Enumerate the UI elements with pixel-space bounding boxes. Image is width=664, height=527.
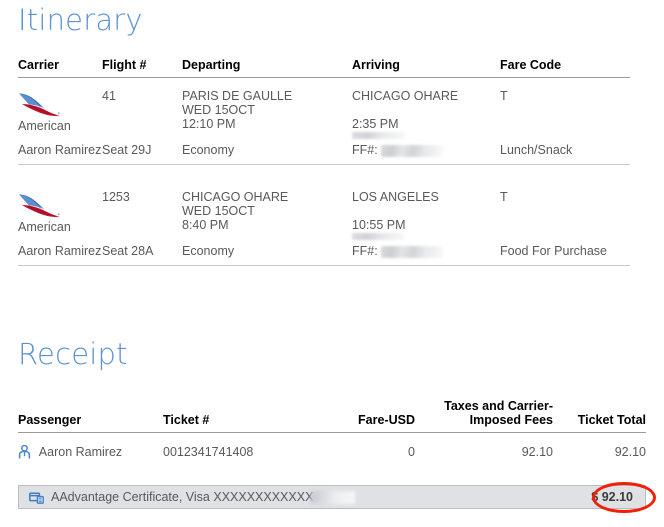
arriving-time: 10:55 PM (352, 218, 406, 232)
arriving-city: LOS ANGELES (352, 190, 439, 204)
receipt-ticket-number: 0012341741408 (163, 445, 254, 459)
receipt-heading: Receipt (18, 337, 128, 371)
itinerary-segment-row: American 41 PARIS DE GAULLE WED 15OCT 12… (18, 78, 630, 142)
itinerary-passenger-row: Aaron Ramirez Seat 29J Economy FF#: Lunc… (18, 141, 630, 165)
departing-city: PARIS DE GAULLE (182, 89, 293, 103)
departing-city: CHICAGO OHARE (182, 190, 289, 204)
column-header-arriving: Arriving (352, 58, 500, 78)
payment-card-redaction-block (311, 491, 356, 505)
carrier-name: American (18, 119, 71, 133)
flight-number: 41 (102, 89, 116, 103)
arriving-time: 2:35 PM (352, 117, 399, 131)
passenger-name-cell: Aaron Ramirez (18, 242, 102, 266)
arriving-date-redacted (352, 103, 500, 117)
credit-card-icon (29, 492, 44, 504)
column-header-carrier: Carrier (18, 58, 102, 78)
taxes-header-line2: Imposed Fees (469, 413, 553, 427)
receipt-passenger-cell: Aaron Ramirez (18, 433, 163, 466)
payment-description: AAdvantage Certificate, Visa XXXXXXXXXXX… (51, 490, 314, 504)
payment-method-row: AAdvantage Certificate, Visa XXXXXXXXXXX… (18, 485, 646, 509)
itinerary-table: Carrier Flight # Departing Arriving Fare… (18, 58, 630, 266)
seat-number: Seat 28A (102, 242, 182, 266)
receipt-ticket-total-amount: 92.10 (614, 445, 646, 459)
passenger-icon (18, 445, 31, 459)
arriving-date-redaction-block (352, 132, 404, 139)
column-header-ticket-number: Ticket # (163, 399, 315, 433)
arriving-date-redacted (352, 204, 500, 218)
itinerary-segment-row: American 1253 CHICAGO OHARE WED 15OCT 8:… (18, 179, 630, 242)
arriving-cell: CHICAGO OHARE 2:35 PM (352, 78, 500, 142)
itinerary-heading: Itinerary (18, 3, 143, 37)
departing-cell: PARIS DE GAULLE WED 15OCT 12:10 PM (182, 78, 352, 142)
payment-description-cell: AAdvantage Certificate, Visa XXXXXXXXXXX… (29, 490, 356, 505)
frequent-flyer-cell: FF#: (352, 242, 500, 266)
flight-number: 1253 (102, 190, 130, 204)
departing-cell: CHICAGO OHARE WED 15OCT 8:40 PM (182, 179, 352, 242)
segment-spacer (18, 165, 630, 180)
frequent-flyer-redaction-block (380, 144, 443, 157)
arriving-city: CHICAGO OHARE (352, 89, 459, 103)
receipt-passenger-name: Aaron Ramirez (38, 445, 123, 459)
meal-service: Lunch/Snack (500, 141, 630, 165)
cabin-class: Economy (182, 141, 352, 165)
american-airlines-logo (19, 93, 60, 117)
cabin-class: Economy (182, 242, 352, 266)
passenger-name: Aaron Ramirez (18, 244, 102, 258)
arriving-cell: LOS ANGELES 10:55 PM (352, 179, 500, 242)
seat-number: Seat 29J (102, 141, 182, 165)
receipt-table: Passenger Ticket # Fare-USD Taxes and Ca… (18, 399, 646, 465)
itinerary-receipt-page: Itinerary Carrier Flight # Departing Arr… (0, 0, 664, 527)
receipt-taxes-amount: 92.10 (521, 445, 553, 459)
column-header-fare-code: Fare Code (500, 58, 630, 78)
frequent-flyer-redaction-block (380, 245, 443, 258)
column-header-flight: Flight # (102, 58, 182, 78)
column-header-passenger: Passenger (18, 399, 163, 433)
departing-time: 12:10 PM (182, 117, 236, 131)
american-airlines-logo (19, 194, 60, 218)
passenger-name: Aaron Ramirez (18, 143, 102, 157)
column-header-ticket-total: Ticket Total (553, 399, 646, 433)
meal-service: Food For Purchase (500, 242, 630, 266)
taxes-header-line1: Taxes and Carrier- (444, 399, 553, 413)
itinerary-header-row: Carrier Flight # Departing Arriving Fare… (18, 58, 630, 78)
frequent-flyer-label: FF#: (352, 244, 378, 258)
departing-date: WED 15OCT (182, 103, 255, 117)
fare-code: T (500, 190, 508, 204)
column-header-departing: Departing (182, 58, 352, 78)
receipt-fare-amount: 0 (408, 445, 415, 459)
payment-total-amount: $ 92.10 (591, 490, 633, 504)
itinerary-passenger-row: Aaron Ramirez Seat 28A Economy FF#: Food… (18, 242, 630, 266)
receipt-header-row: Passenger Ticket # Fare-USD Taxes and Ca… (18, 399, 646, 433)
arriving-date-redaction-block (352, 233, 404, 240)
passenger-name-cell: Aaron Ramirez (18, 141, 102, 165)
fare-code: T (500, 89, 508, 103)
carrier-cell: American (18, 78, 102, 142)
departing-date: WED 15OCT (182, 204, 255, 218)
frequent-flyer-cell: FF#: (352, 141, 500, 165)
column-header-taxes-fees: Taxes and Carrier- Imposed Fees (415, 399, 553, 433)
carrier-cell: American (18, 179, 102, 242)
carrier-name: American (18, 220, 71, 234)
column-header-fare-usd: Fare-USD (315, 399, 415, 433)
departing-time: 8:40 PM (182, 218, 229, 232)
receipt-row: Aaron Ramirez 0012341741408 0 92.10 92.1… (18, 433, 646, 466)
frequent-flyer-label: FF#: (352, 143, 378, 157)
